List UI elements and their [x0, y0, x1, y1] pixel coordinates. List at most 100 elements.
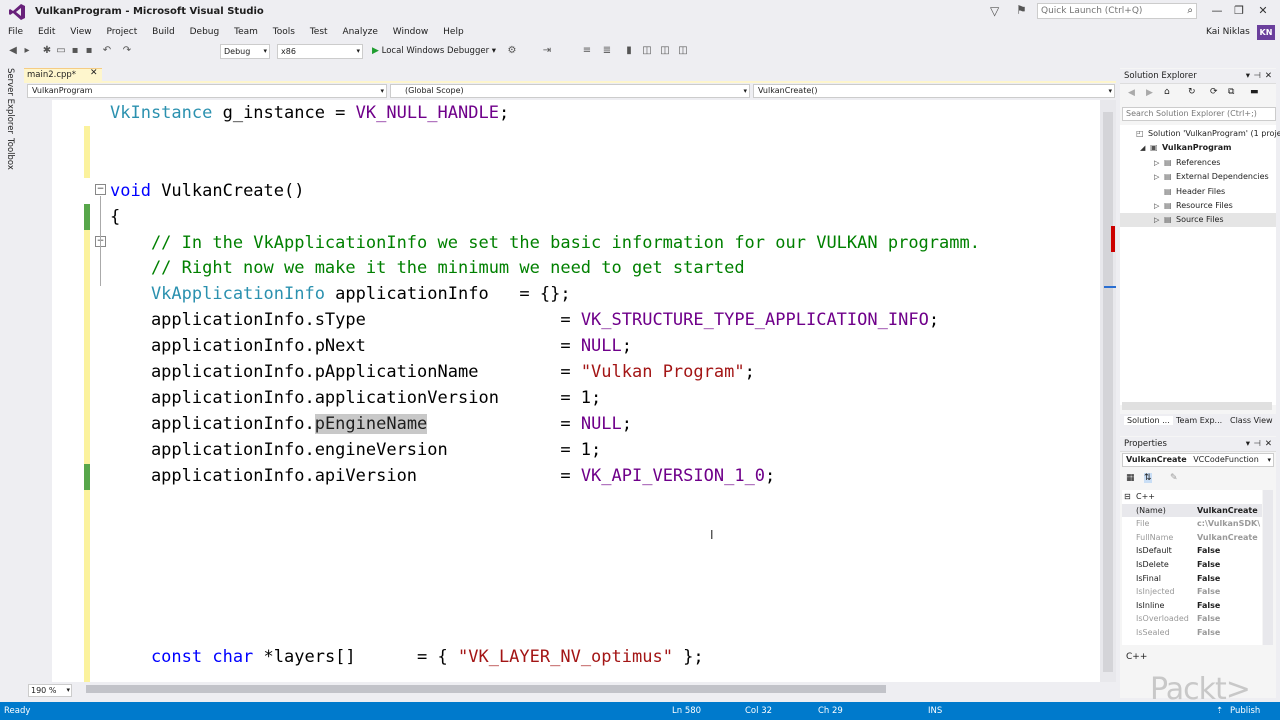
close-icon[interactable]: ✕ [1265, 437, 1272, 452]
code-line[interactable]: { [110, 204, 120, 230]
code-line[interactable]: applicationInfo.pNext = NULL; [110, 333, 632, 359]
code-line[interactable]: VkInstance g_instance = VK_NULL_HANDLE; [110, 100, 509, 126]
quick-launch-box[interactable]: ⌕ [1037, 3, 1197, 19]
tab-solution-explorer[interactable]: Solution ... [1124, 416, 1173, 425]
collapse-all-icon[interactable]: ⧉ [1228, 87, 1234, 97]
property-pages-icon[interactable]: ✎ [1170, 473, 1178, 483]
pin-icon[interactable]: ⊣ [1254, 69, 1261, 84]
alphabetical-icon[interactable]: ⇅ [1144, 473, 1152, 483]
close-button[interactable]: ✕ [1252, 3, 1274, 19]
property-row[interactable]: IsDelete False [1122, 558, 1262, 572]
sync-icon[interactable]: ↻ [1188, 87, 1196, 97]
expand-arrow-icon[interactable]: ◢ [1140, 141, 1150, 155]
expand-arrow-icon[interactable]: ▷ [1154, 213, 1164, 227]
tree-item[interactable]: ▷ ▤ Resource Files [1120, 199, 1233, 213]
code-line[interactable]: applicationInfo.sType = VK_STRUCTURE_TYP… [110, 307, 939, 333]
forward-icon[interactable]: ▸ [20, 45, 34, 56]
save-icon[interactable]: ▪ [68, 45, 82, 56]
menu-test[interactable]: Test [310, 27, 328, 37]
back-icon[interactable]: ◀ [6, 45, 20, 56]
bookmark-prev-icon[interactable]: ◫ [640, 45, 654, 56]
tree-item[interactable]: ▷ ▤ Source Files [1120, 213, 1276, 228]
close-icon[interactable]: ✕ [90, 68, 98, 78]
user-name[interactable]: Kai Niklas [1206, 27, 1250, 37]
code-line[interactable]: applicationInfo.pEngineName = NULL; [110, 411, 632, 437]
code-line[interactable]: const char *layers[] = { "VK_LAYER_NV_op… [110, 644, 704, 670]
configuration-dropdown[interactable]: Debug ▾ [220, 44, 270, 59]
close-icon[interactable]: ✕ [1265, 69, 1272, 84]
zoom-dropdown[interactable]: 190 % ▾ [28, 684, 72, 697]
tree-item[interactable]: ◢ ▣ VulkanProgram [1120, 141, 1231, 155]
code-line[interactable]: applicationInfo.applicationVersion = 1; [110, 385, 601, 411]
start-debugger-button[interactable]: ▶ Local Windows Debugger ▾ [372, 46, 496, 56]
tree-item[interactable]: ▷ ▤ References [1120, 156, 1220, 170]
menu-tools[interactable]: Tools [273, 27, 295, 37]
uncomment-icon[interactable]: ≣ [600, 45, 614, 56]
toolbox-tab[interactable]: Toolbox [5, 138, 15, 170]
refresh-icon[interactable]: ⟳ [1210, 87, 1218, 97]
expand-arrow-icon[interactable]: ▷ [1154, 170, 1164, 184]
menu-help[interactable]: Help [443, 27, 464, 37]
maximize-button[interactable]: ❐ [1228, 3, 1250, 19]
property-row[interactable]: IsSealed False [1122, 626, 1262, 640]
code-line[interactable]: applicationInfo.apiVersion = VK_API_VERS… [110, 463, 775, 489]
member-dropdown[interactable]: VulkanCreate() ▾ [753, 84, 1115, 98]
properties-icon[interactable]: ▬ [1250, 87, 1259, 97]
menu-analyze[interactable]: Analyze [342, 27, 377, 37]
menu-window[interactable]: Window [393, 27, 429, 37]
tree-item[interactable]: ▤ Header Files [1120, 185, 1225, 199]
scrollbar-thumb[interactable] [1103, 112, 1113, 672]
collapse-icon[interactable]: ⊟ [1124, 490, 1131, 504]
menu-edit[interactable]: Edit [38, 27, 55, 37]
property-row[interactable]: IsDefault False [1122, 544, 1262, 558]
property-row[interactable]: IsInline False [1122, 599, 1262, 613]
publish-button[interactable]: Publish [1230, 702, 1260, 720]
publish-icon[interactable]: ⇡ [1216, 702, 1223, 720]
property-row[interactable]: FullName VulkanCreate [1122, 531, 1262, 545]
step-icon[interactable]: ⇥ [540, 45, 554, 56]
bookmark-next-icon[interactable]: ◫ [658, 45, 672, 56]
code-line[interactable]: // In the VkApplicationInfo we set the b… [110, 230, 980, 256]
new-project-icon[interactable]: ✱ [40, 45, 54, 56]
quick-launch-input[interactable] [1038, 4, 1178, 18]
bookmark-icon[interactable]: ▮ [622, 45, 636, 56]
property-row[interactable]: IsFinal False [1122, 572, 1262, 586]
comment-icon[interactable]: ≡ [580, 45, 594, 56]
tree-item[interactable]: ◰ Solution 'VulkanProgram' (1 project) [1120, 127, 1280, 141]
pin-icon[interactable]: ⊣ [1254, 437, 1261, 452]
menu-file[interactable]: File [8, 27, 23, 37]
save-all-icon[interactable]: ▪ [82, 45, 96, 56]
expand-arrow-icon[interactable]: ▷ [1154, 199, 1164, 213]
scope-dropdown[interactable]: (Global Scope) ▾ [390, 84, 750, 98]
home-icon[interactable]: ⌂ [1164, 87, 1170, 97]
attach-icon[interactable]: ⚙ [505, 45, 519, 56]
forward-icon[interactable]: ▶ [1146, 88, 1153, 98]
expand-arrow-icon[interactable]: ▷ [1154, 156, 1164, 170]
menu-team[interactable]: Team [234, 27, 258, 37]
back-icon[interactable]: ◀ [1128, 88, 1135, 98]
code-line[interactable]: VkApplicationInfo applicationInfo = {}; [110, 281, 571, 307]
properties-object-dropdown[interactable]: VulkanCreate VCCodeFunction ▾ [1122, 453, 1274, 467]
minimize-button[interactable]: — [1206, 3, 1228, 19]
open-file-icon[interactable]: ▭ [54, 45, 68, 56]
editor-horizontal-scrollbar[interactable] [86, 685, 886, 693]
property-row[interactable]: File c:\VulkanSDK\ [1122, 517, 1262, 531]
dropdown-icon[interactable]: ▾ [1246, 437, 1250, 452]
menu-view[interactable]: View [70, 27, 91, 37]
property-row[interactable]: (Name) VulkanCreate [1122, 503, 1262, 518]
bookmark-clear-icon[interactable]: ◫ [676, 45, 690, 56]
server-explorer-tab[interactable]: Server Explorer [5, 68, 15, 134]
code-line[interactable]: void VulkanCreate() [110, 178, 304, 204]
undo-icon[interactable]: ↶ [100, 45, 114, 56]
menu-debug[interactable]: Debug [190, 27, 220, 37]
filter-icon[interactable]: ▽ [990, 4, 999, 18]
code-editor[interactable]: − − VkInstance g_instance = VK_NULL_HAND… [24, 100, 1116, 682]
code-line[interactable]: // Right now we make it the minimum we n… [110, 255, 745, 281]
solution-explorer-search[interactable]: Search Solution Explorer (Ctrl+;) [1122, 107, 1276, 121]
avatar[interactable]: KN [1257, 25, 1275, 40]
project-dropdown[interactable]: VulkanProgram ▾ [27, 84, 387, 98]
property-row[interactable]: IsOverloaded False [1122, 612, 1262, 626]
property-row[interactable]: IsInjected False [1122, 585, 1262, 599]
dropdown-icon[interactable]: ▾ [1246, 69, 1250, 84]
tree-item[interactable]: ▷ ▤ External Dependencies [1120, 170, 1269, 184]
